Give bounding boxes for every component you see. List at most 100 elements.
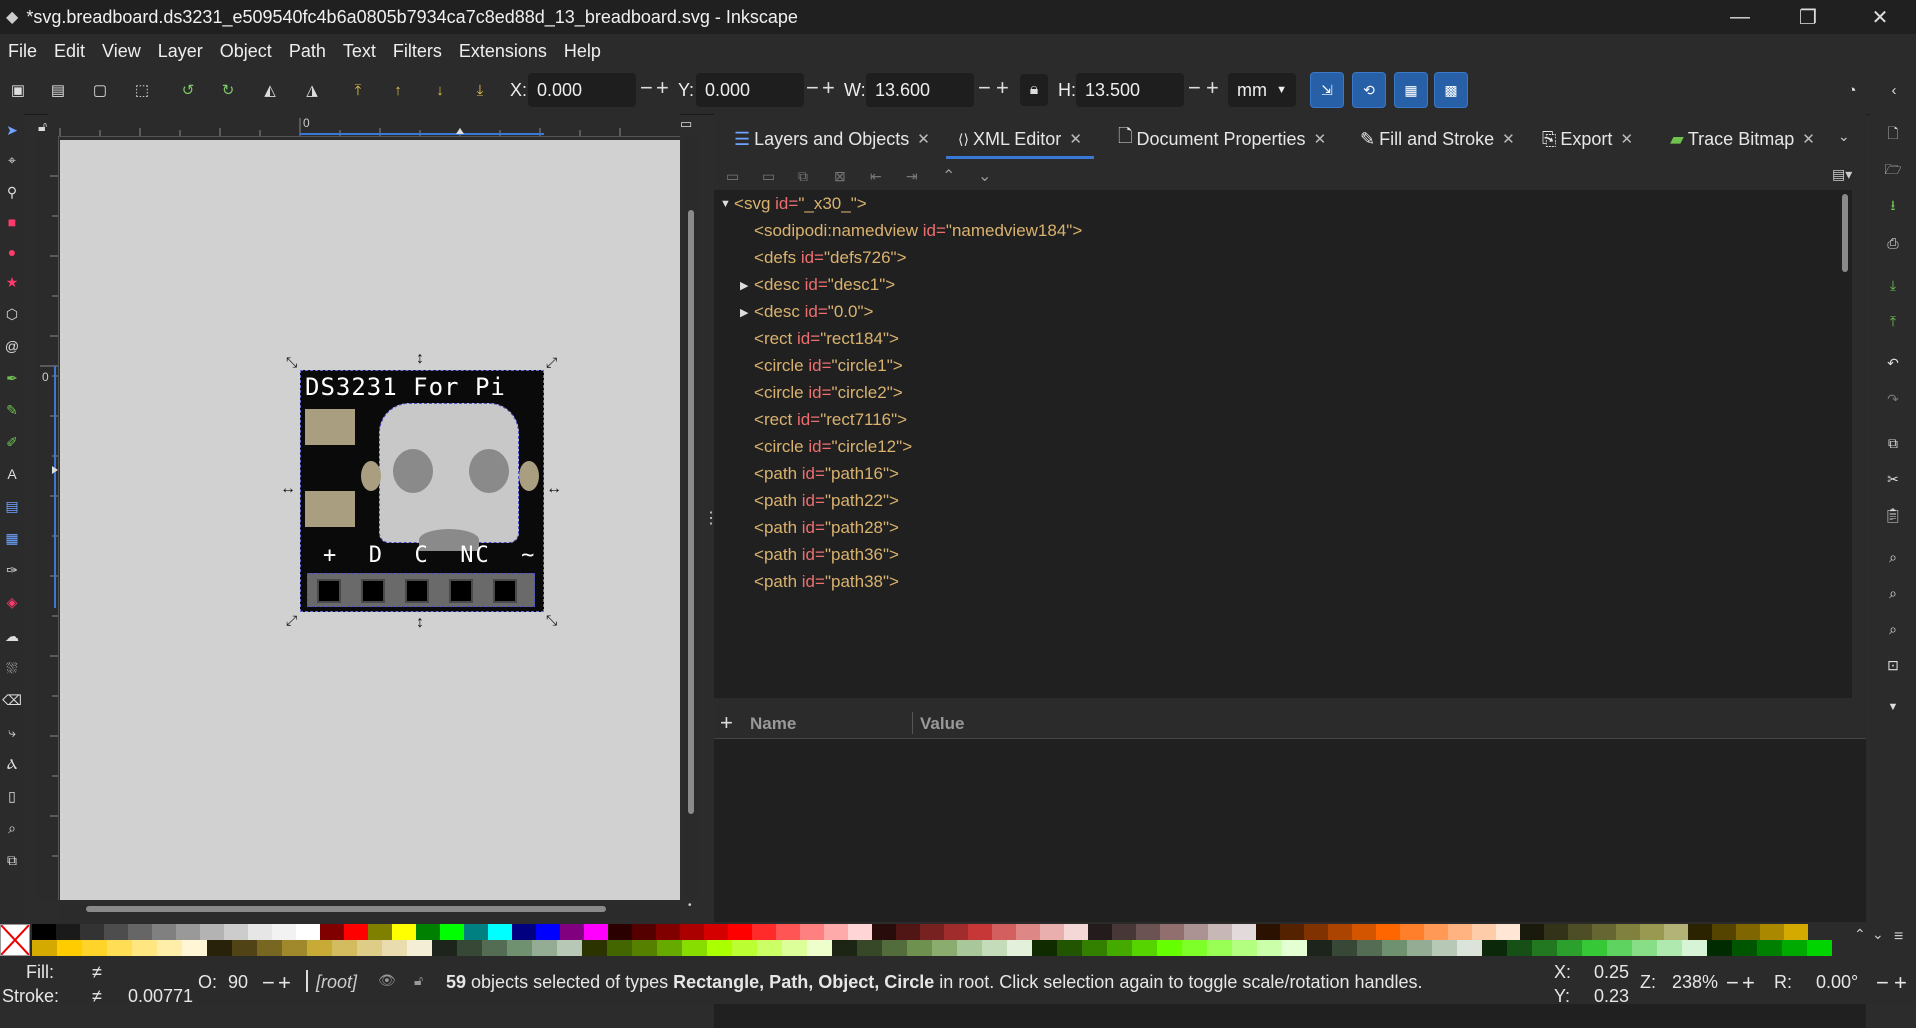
duplicate-node-icon[interactable]: ⧉ (798, 168, 808, 185)
menu-object[interactable]: Object (212, 41, 281, 62)
xml-node-row[interactable]: <path id="path16"> (754, 464, 899, 484)
palette-swatch[interactable] (1707, 940, 1732, 956)
xml-node-row[interactable]: <circle id="circle12"> (754, 437, 912, 457)
palette-swatch[interactable] (920, 924, 944, 940)
palette-swatch[interactable] (82, 940, 107, 956)
scale-handle-top[interactable]: ↕ (416, 350, 424, 368)
new-text-node-icon[interactable]: ▭ (762, 168, 775, 185)
xml-node-row[interactable]: <circle id="circle2"> (754, 383, 903, 403)
select-all-layers-icon[interactable]: ▤ (48, 80, 68, 100)
redo-icon[interactable]: ↷ (1882, 388, 1904, 410)
rotation-increment-button[interactable]: + (1894, 970, 1907, 996)
palette-swatch[interactable] (1496, 924, 1520, 940)
menu-view[interactable]: View (94, 41, 150, 62)
palette-swatch[interactable] (1256, 924, 1280, 940)
palette-swatch[interactable] (707, 940, 732, 956)
zoom-selection-icon[interactable]: ⌕ (1882, 546, 1904, 568)
tab-layers-and-objects[interactable]: ☰ Layers and Objects ✕ (734, 124, 930, 154)
raise-to-top-icon[interactable]: ⤒ (348, 80, 368, 100)
palette-swatch[interactable] (632, 924, 656, 940)
xml-node-row[interactable]: <rect id="rect184"> (754, 329, 899, 349)
tab-export[interactable]: ⎘ Export ✕ (1542, 124, 1633, 154)
raise-node-icon[interactable]: ⌃ (942, 166, 955, 186)
lock-guides-icon[interactable]: 🔓︎ (38, 118, 47, 135)
palette-swatch[interactable] (560, 924, 584, 940)
palette-swatch[interactable] (1132, 940, 1157, 956)
palette-swatch[interactable] (782, 940, 807, 956)
tweak-shape-tool-icon[interactable]: ☁ (2, 626, 22, 646)
opacity-decrement-button[interactable]: − (262, 970, 275, 996)
palette-swatch[interactable] (1016, 924, 1040, 940)
connector-tool-icon[interactable]: ⤷ (2, 722, 22, 742)
palette-swatch[interactable] (182, 940, 207, 956)
palette-swatch[interactable] (440, 924, 464, 940)
transform-patterns-button[interactable]: ▩ (1434, 72, 1468, 108)
height-field[interactable]: 13.500 (1076, 73, 1184, 107)
calligraphy-tool-icon[interactable]: ✐ (2, 432, 22, 452)
palette-scroll-down-icon[interactable]: ⌄ (1872, 926, 1884, 943)
palette-swatch[interactable] (982, 940, 1007, 956)
node-expander-icon[interactable]: ▼ (720, 198, 731, 210)
node-expander-icon[interactable]: ▶ (740, 279, 748, 292)
mesh-tool-icon[interactable]: ▦ (2, 528, 22, 548)
unit-select[interactable]: mm ▼ (1228, 73, 1296, 107)
palette-swatch[interactable] (752, 924, 776, 940)
palette-swatch[interactable] (1582, 940, 1607, 956)
menu-edit[interactable]: Edit (46, 41, 94, 62)
palette-swatch[interactable] (464, 924, 488, 940)
scale-corners-button[interactable]: ⟲ (1352, 72, 1386, 108)
menu-filters[interactable]: Filters (385, 41, 451, 62)
palette-swatch[interactable] (1040, 924, 1064, 940)
palette-swatch[interactable] (232, 940, 257, 956)
flip-vertical-icon[interactable]: ◮ (302, 80, 322, 100)
xml-node-row[interactable]: <sodipodi:namedview id="namedview184"> (754, 221, 1082, 241)
spiral-tool-icon[interactable]: @ (2, 336, 22, 356)
palette-swatch[interactable] (1352, 924, 1376, 940)
palette-swatch[interactable] (132, 940, 157, 956)
palette-swatch[interactable] (1457, 940, 1482, 956)
palette-swatch[interactable] (32, 940, 57, 956)
xml-node-tree[interactable]: ▼ <svg id="_x30_"> <sodipodi:namedview id=… (714, 190, 1852, 698)
palette-swatch[interactable] (907, 940, 932, 956)
palette-swatch[interactable] (532, 940, 557, 956)
palette-swatch[interactable] (584, 924, 608, 940)
close-tab-icon[interactable]: ✕ (917, 130, 930, 148)
zoom-fit-icon[interactable]: ⊡ (1882, 654, 1904, 676)
palette-swatch[interactable] (1088, 924, 1112, 940)
y-field[interactable]: 0.000 (696, 73, 804, 107)
open-document-icon[interactable]: 🗁︎ (1882, 160, 1904, 182)
palette-swatch[interactable] (807, 940, 832, 956)
fill-value[interactable]: ≠ (92, 962, 102, 983)
paint-bucket-tool-icon[interactable]: ◈ (2, 592, 22, 612)
palette-swatch[interactable] (104, 924, 128, 940)
close-tab-icon[interactable]: ✕ (1314, 130, 1327, 148)
xml-node-row[interactable]: <path id="path38"> (754, 572, 899, 592)
minimize-button[interactable]: — (1706, 0, 1774, 34)
rotation-value[interactable]: 0.00° (1816, 972, 1858, 993)
palette-swatch[interactable] (1568, 924, 1592, 940)
palette-swatch[interactable] (824, 924, 848, 940)
select-all-icon[interactable]: ▣ (8, 80, 28, 100)
scale-stroke-button[interactable]: ⇲ (1310, 72, 1344, 108)
xml-tree-scrollbar[interactable] (1842, 194, 1848, 272)
palette-swatch[interactable] (882, 940, 907, 956)
palette-swatch[interactable] (1184, 924, 1208, 940)
palette-swatch[interactable] (757, 940, 782, 956)
opacity-increment-button[interactable]: + (278, 970, 291, 996)
lock-proportions-button[interactable]: 🔒︎ (1020, 74, 1048, 106)
palette-swatch[interactable] (1376, 924, 1400, 940)
palette-swatch[interactable] (1157, 940, 1182, 956)
palette-swatch[interactable] (896, 924, 920, 940)
palette-swatch[interactable] (488, 924, 512, 940)
eraser-tool-icon[interactable]: ⌫ (2, 690, 22, 710)
palette-swatch[interactable] (1307, 940, 1332, 956)
palette-swatch[interactable] (1448, 924, 1472, 940)
layout-toggle-icon[interactable]: ▤▾ (1832, 166, 1852, 183)
scale-handle-bottom[interactable]: ↕ (416, 614, 424, 632)
palette-swatch[interactable] (1592, 924, 1616, 940)
palette-swatch[interactable] (457, 940, 482, 956)
palette-swatch[interactable] (1657, 940, 1682, 956)
xml-node-row[interactable]: <path id="path36"> (754, 545, 899, 565)
palette-swatch[interactable] (1732, 940, 1757, 956)
tab-document-properties[interactable]: 🗋︎ Document Properties ✕ (1118, 124, 1326, 154)
